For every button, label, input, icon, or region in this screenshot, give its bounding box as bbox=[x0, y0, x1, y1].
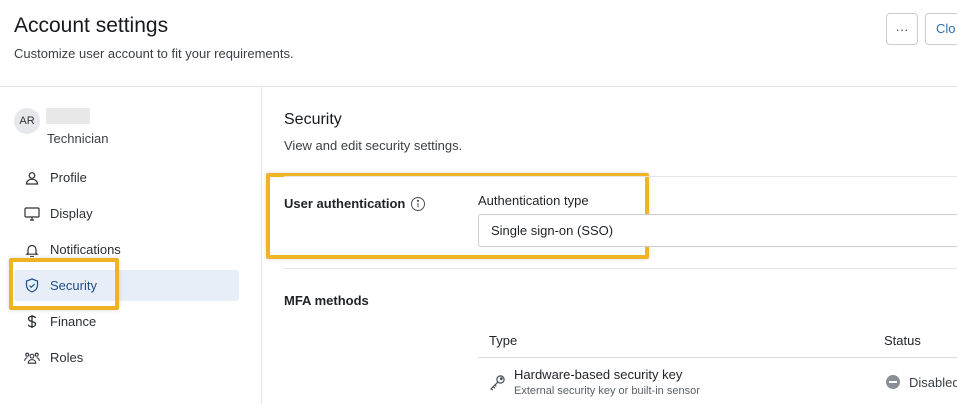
sidebar-item-notifications[interactable]: Notifications bbox=[14, 234, 239, 265]
user-name-redacted bbox=[46, 108, 90, 124]
disabled-status-icon bbox=[886, 375, 900, 389]
user-authentication-label: User authentication bbox=[284, 196, 406, 211]
page-header: Account settings Customize user account … bbox=[0, 0, 957, 87]
person-icon bbox=[24, 170, 40, 186]
mfa-methods-label: MFA methods bbox=[284, 293, 369, 308]
sidebar-item-roles[interactable]: Roles bbox=[14, 342, 239, 373]
sidebar-item-security[interactable]: Security bbox=[14, 270, 239, 301]
info-icon[interactable] bbox=[410, 196, 426, 212]
sidebar-item-label: Profile bbox=[50, 170, 87, 185]
sidebar-item-profile[interactable]: Profile bbox=[14, 162, 239, 193]
authentication-type-label: Authentication type bbox=[478, 193, 589, 208]
status-badge: Disabled bbox=[909, 375, 957, 390]
sidebar-item-label: Display bbox=[50, 206, 93, 221]
sidebar-item-label: Finance bbox=[50, 314, 97, 329]
section-description: View and edit security settings. bbox=[284, 138, 463, 153]
dollar-icon bbox=[24, 314, 40, 330]
mfa-method-subtitle: External security key or built-in sensor bbox=[514, 385, 700, 397]
key-icon bbox=[489, 374, 506, 391]
sidebar-item-finance[interactable]: Finance bbox=[14, 306, 239, 337]
close-button[interactable]: Clo bbox=[925, 13, 957, 45]
sidebar-item-label: Security bbox=[50, 278, 97, 293]
bell-icon bbox=[24, 242, 40, 258]
shield-icon bbox=[24, 278, 40, 294]
sidebar-item-label: Notifications bbox=[50, 242, 121, 257]
section-title: Security bbox=[284, 111, 342, 128]
user-role: Technician bbox=[47, 131, 109, 146]
section-divider bbox=[284, 268, 957, 269]
column-header-type[interactable]: Type bbox=[489, 333, 517, 348]
monitor-icon bbox=[24, 206, 40, 222]
mfa-method-title: Hardware-based security key bbox=[514, 367, 683, 382]
more-options-button[interactable]: ··· bbox=[886, 13, 918, 45]
page-subtitle: Customize user account to fit your requi… bbox=[14, 46, 294, 61]
sidebar-item-display[interactable]: Display bbox=[14, 198, 239, 229]
users-icon bbox=[24, 350, 40, 366]
avatar: AR bbox=[14, 108, 40, 134]
table-header-divider bbox=[478, 357, 957, 358]
page-title: Account settings bbox=[14, 14, 169, 37]
sidebar-item-label: Roles bbox=[50, 350, 84, 365]
section-divider bbox=[284, 176, 957, 177]
column-header-status[interactable]: Status bbox=[884, 333, 921, 348]
authentication-type-field[interactable]: Single sign-on (SSO) bbox=[478, 214, 957, 247]
